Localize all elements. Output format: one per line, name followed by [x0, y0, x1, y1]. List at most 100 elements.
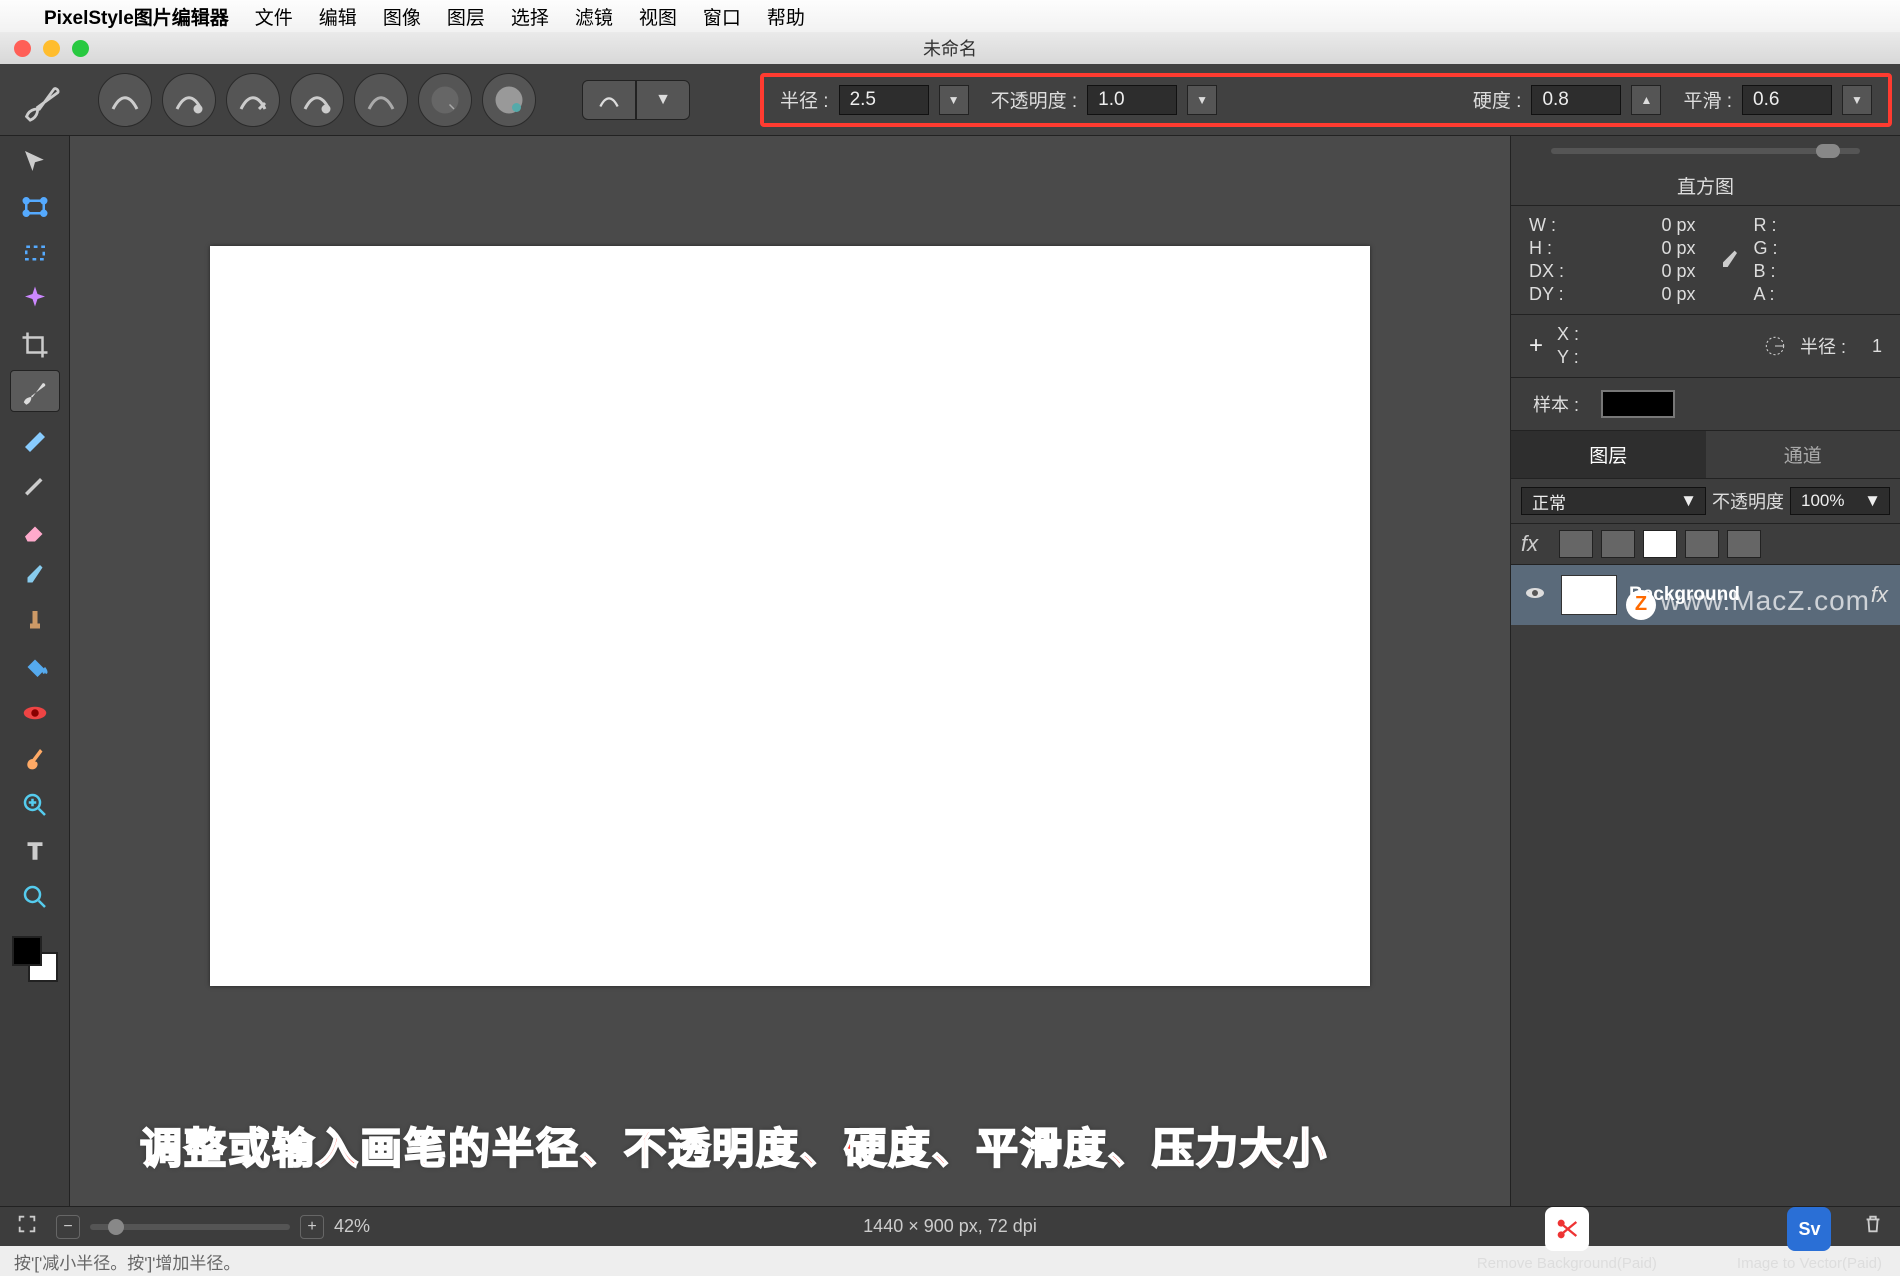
menu-image[interactable]: 图像: [383, 3, 421, 30]
smooth-stepper[interactable]: ▼: [1842, 85, 1872, 115]
magnify-tool[interactable]: [10, 876, 60, 918]
zoom-tool[interactable]: [10, 784, 60, 826]
canvas-area[interactable]: [70, 136, 1510, 1206]
brush-preset-1[interactable]: [98, 73, 152, 127]
opacity-input[interactable]: 1.0: [1087, 85, 1177, 115]
fullscreen-icon[interactable]: [16, 1213, 38, 1240]
toolbox: [0, 136, 70, 1206]
radius-icon: [1762, 333, 1788, 359]
menu-select[interactable]: 选择: [511, 3, 549, 30]
shortcut-vector[interactable]: Sv Image to Vector(Paid): [1737, 1207, 1882, 1272]
info-h-val: 0 px: [1661, 238, 1695, 259]
transform-tool[interactable]: [10, 186, 60, 228]
info-b-label: B :: [1754, 261, 1776, 282]
bucket-tool[interactable]: [10, 646, 60, 688]
navigator-slider[interactable]: [1511, 136, 1900, 166]
layer-thumb-3[interactable]: [1643, 530, 1677, 558]
hardness-stepper[interactable]: ▲: [1631, 85, 1661, 115]
layer-thumb-1[interactable]: [1559, 530, 1593, 558]
param-opacity: 不透明度 : 1.0 ▼: [991, 85, 1218, 115]
text-tool[interactable]: [10, 830, 60, 872]
brush-preset-7[interactable]: [482, 73, 536, 127]
brush-mode-button[interactable]: [582, 80, 636, 120]
brush-mode-dropdown[interactable]: ▼: [636, 80, 690, 120]
tab-channels[interactable]: 通道: [1706, 431, 1900, 478]
layer-thumb-5[interactable]: [1727, 530, 1761, 558]
zoom-out-button[interactable]: −: [56, 1215, 80, 1239]
shortcut-icons: Remove Background(Paid) Sv Image to Vect…: [1477, 1207, 1882, 1272]
radius-input[interactable]: 2.5: [839, 85, 929, 115]
radius-stepper[interactable]: ▼: [939, 85, 969, 115]
pencil-tool[interactable]: [10, 462, 60, 504]
smudge-tool[interactable]: [10, 738, 60, 780]
info-xy-row: + X : Y : 半径 : 1: [1511, 315, 1900, 378]
close-button[interactable]: [14, 40, 31, 57]
color-swatch[interactable]: [12, 936, 58, 982]
param-smooth: 平滑 : 0.6 ▼: [1683, 85, 1872, 115]
brush-preset-6[interactable]: [418, 73, 472, 127]
sample-swatch[interactable]: [1601, 390, 1675, 418]
opacity-label: 不透明度 :: [991, 86, 1078, 113]
brush-preset-3[interactable]: [226, 73, 280, 127]
brush-preset-4[interactable]: [290, 73, 344, 127]
info-dx-label: DX :: [1529, 261, 1564, 282]
info-rad-label: 半径 :: [1800, 333, 1846, 359]
canvas[interactable]: [210, 246, 1370, 986]
blend-mode-dropdown[interactable]: 正常▼: [1521, 487, 1706, 515]
hardness-input[interactable]: 0.8: [1531, 85, 1621, 115]
sv-icon: Sv: [1787, 1207, 1831, 1251]
smooth-input[interactable]: 0.6: [1742, 85, 1832, 115]
move-tool[interactable]: [10, 140, 60, 182]
shortcut-remove-bg[interactable]: Remove Background(Paid): [1477, 1207, 1657, 1272]
redeye-tool[interactable]: [10, 692, 60, 734]
menu-window[interactable]: 窗口: [703, 3, 741, 30]
wand-tool[interactable]: [10, 278, 60, 320]
opacity-stepper[interactable]: ▼: [1187, 85, 1217, 115]
param-radius: 半径 : 2.5 ▼: [780, 85, 969, 115]
scissors-icon: [1545, 1207, 1589, 1251]
paint-brush-tool[interactable]: [10, 416, 60, 458]
menu-help[interactable]: 帮助: [767, 3, 805, 30]
layer-opacity-label: 不透明度: [1712, 488, 1784, 514]
marquee-tool[interactable]: [10, 232, 60, 274]
layer-opacity-dropdown[interactable]: 100%▼: [1790, 487, 1890, 515]
smooth-label: 平滑 :: [1683, 86, 1732, 113]
info-w-label: W :: [1529, 215, 1556, 236]
panel-tabs: 图层 通道: [1511, 431, 1900, 479]
info-panel: W :0 px H :0 px DX :0 px DY :0 px R : G …: [1511, 206, 1900, 315]
hardness-label: 硬度 :: [1473, 86, 1522, 113]
histogram-header[interactable]: 直方图: [1511, 166, 1900, 206]
visibility-icon[interactable]: [1523, 581, 1549, 610]
eyedropper-tool[interactable]: [10, 554, 60, 596]
fx-icon[interactable]: fx: [1521, 531, 1551, 557]
brush-toolbar: ▼ 半径 : 2.5 ▼ 不透明度 : 1.0 ▼ 硬度 : 0.8 ▲ 平滑 …: [0, 64, 1900, 136]
shortcut-rb-label: Remove Background(Paid): [1477, 1255, 1657, 1272]
app-name[interactable]: PixelStyle图片编辑器: [44, 3, 229, 30]
tab-layers[interactable]: 图层: [1511, 431, 1706, 478]
layer-thumb-2[interactable]: [1601, 530, 1635, 558]
brush-tool[interactable]: [10, 370, 60, 412]
stamp-tool[interactable]: [10, 600, 60, 642]
foreground-color[interactable]: [12, 936, 42, 966]
menu-edit[interactable]: 编辑: [319, 3, 357, 30]
mac-menu-bar[interactable]: PixelStyle图片编辑器 文件 编辑 图像 图层 选择 滤镜 视图 窗口 …: [0, 0, 1900, 32]
menu-file[interactable]: 文件: [255, 3, 293, 30]
menu-view[interactable]: 视图: [639, 3, 677, 30]
layer-name[interactable]: Background: [1629, 584, 1859, 606]
radius-label: 半径 :: [780, 86, 829, 113]
zoom-slider[interactable]: [90, 1224, 290, 1230]
menu-layer[interactable]: 图层: [447, 3, 485, 30]
minimize-button[interactable]: [43, 40, 60, 57]
layer-item-background[interactable]: Background fx: [1511, 565, 1900, 625]
menu-filter[interactable]: 滤镜: [575, 3, 613, 30]
brush-preset-2[interactable]: [162, 73, 216, 127]
traffic-lights: [14, 40, 89, 57]
brush-preset-5[interactable]: [354, 73, 408, 127]
layer-thumb-4[interactable]: [1685, 530, 1719, 558]
brush-params-highlight: 半径 : 2.5 ▼ 不透明度 : 1.0 ▼ 硬度 : 0.8 ▲ 平滑 : …: [760, 73, 1892, 127]
crop-tool[interactable]: [10, 324, 60, 366]
eraser-tool[interactable]: [10, 508, 60, 550]
zoom-in-button[interactable]: +: [300, 1215, 324, 1239]
layer-fx-icon[interactable]: fx: [1871, 582, 1888, 608]
maximize-button[interactable]: [72, 40, 89, 57]
